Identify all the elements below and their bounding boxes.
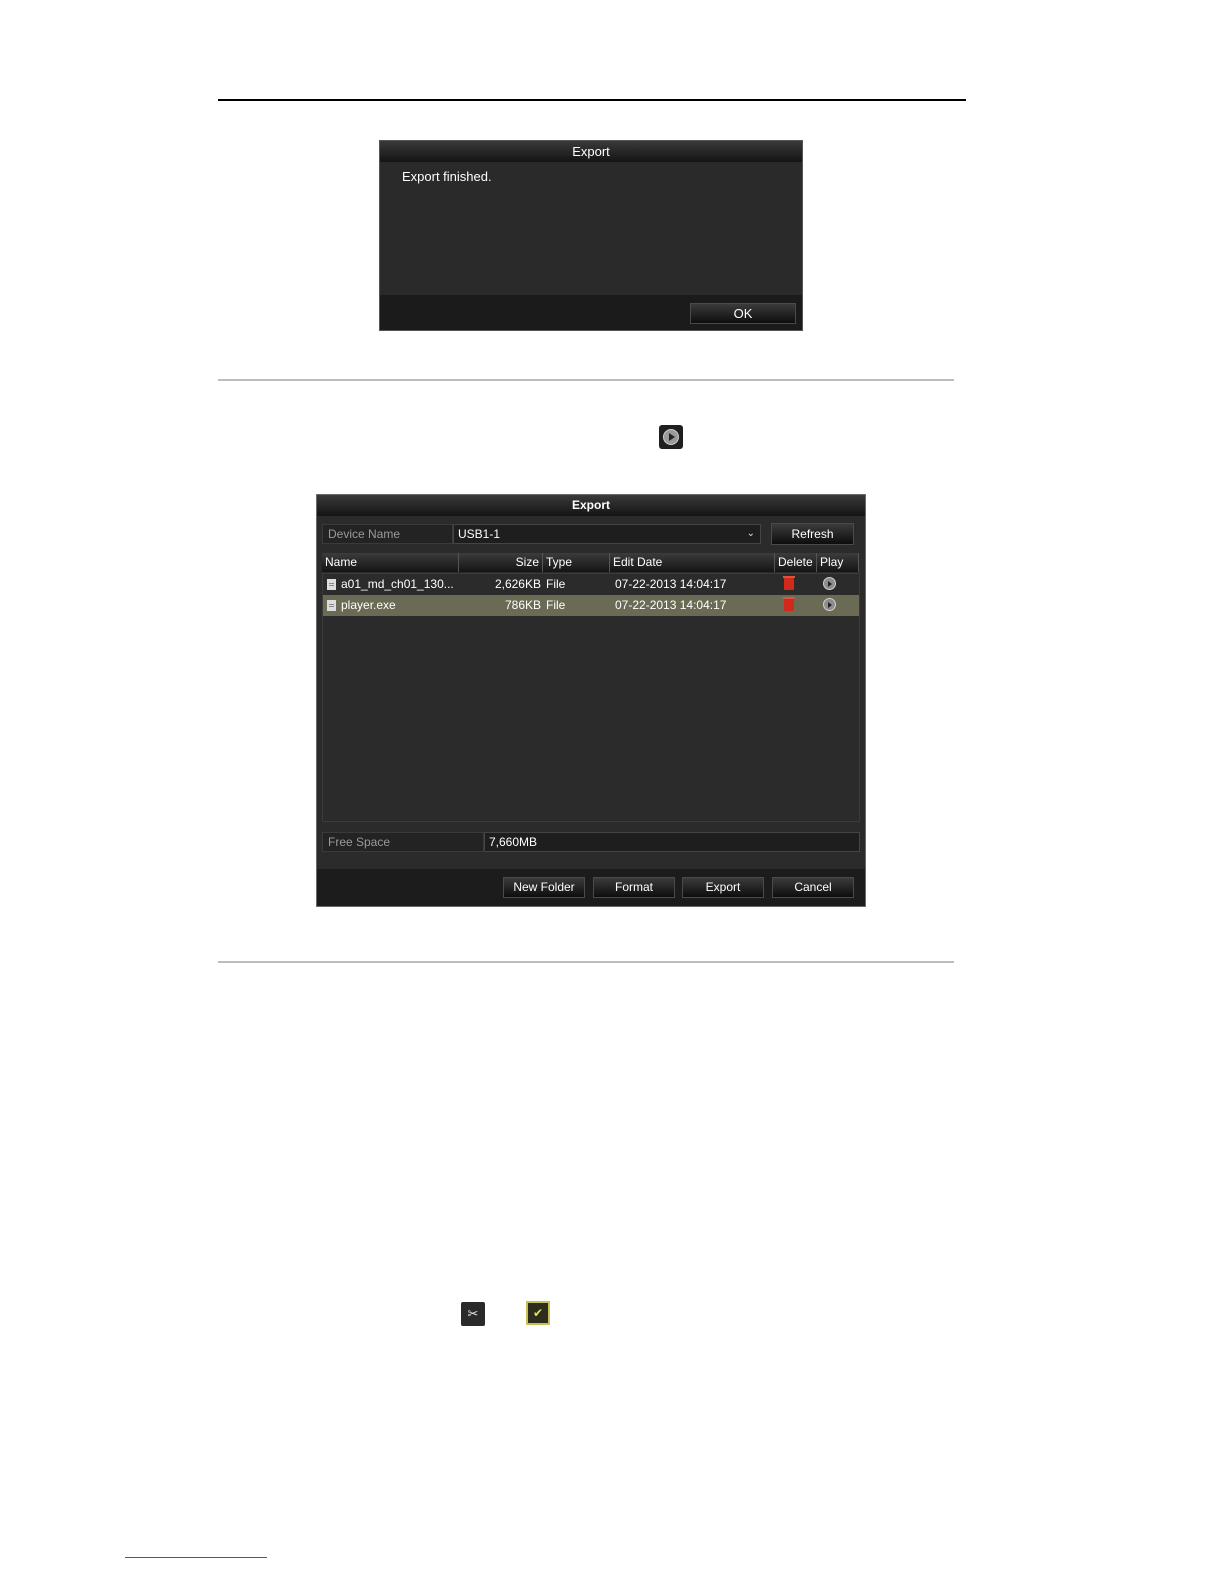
figure-divider	[218, 379, 954, 381]
format-button[interactable]: Format	[593, 877, 675, 898]
file-type: File	[546, 598, 566, 612]
new-folder-button[interactable]: New Folder	[503, 877, 585, 898]
cancel-button[interactable]: Cancel	[772, 877, 854, 898]
dialog-title: Export	[317, 495, 865, 516]
device-name-label: Device Name	[322, 524, 453, 544]
export-dialog: Export Device Name USB1-1 ⌄ Refresh Name…	[316, 494, 866, 907]
file-name: player.exe	[341, 598, 396, 612]
column-header-delete: Delete	[775, 553, 817, 572]
file-row[interactable]: a01_md_ch01_130... 2,626KB File 07-22-20…	[323, 574, 859, 595]
delete-icon[interactable]	[783, 597, 795, 611]
device-name-select[interactable]: USB1-1 ⌄	[453, 524, 761, 544]
file-list[interactable]: a01_md_ch01_130... 2,626KB File 07-22-20…	[322, 573, 860, 822]
free-space-value: 7,660MB	[484, 832, 860, 852]
play-icon-triangle	[669, 433, 675, 441]
scissors-check-icon: ✔	[526, 1301, 550, 1325]
column-header-size[interactable]: Size	[459, 553, 543, 572]
file-edit-date: 07-22-2013 14:04:17	[615, 598, 727, 612]
ok-button[interactable]: OK	[690, 303, 796, 324]
refresh-button[interactable]: Refresh	[771, 523, 854, 545]
play-icon[interactable]	[823, 577, 836, 590]
dialog-footer: OK	[380, 295, 802, 330]
dialog-title: Export	[380, 141, 802, 162]
figure-divider	[218, 961, 954, 963]
file-name: a01_md_ch01_130...	[341, 577, 454, 591]
footer-link-underline	[125, 1557, 267, 1558]
scissors-icon: ✂	[461, 1302, 485, 1326]
column-header-name[interactable]: Name	[322, 553, 459, 572]
chevron-down-icon: ⌄	[746, 528, 755, 539]
file-size: 786KB	[504, 598, 541, 612]
file-icon	[327, 600, 336, 611]
file-size: 2,626KB	[494, 577, 541, 591]
header-rule	[218, 99, 966, 101]
delete-icon[interactable]	[783, 576, 795, 590]
column-header-edit-date[interactable]: Edit Date	[610, 553, 775, 572]
export-finished-dialog: Export Export finished. OK	[379, 140, 803, 331]
export-button[interactable]: Export	[682, 877, 764, 898]
column-header-type[interactable]: Type	[543, 553, 610, 572]
dialog-footer: New Folder Format Export Cancel	[317, 869, 865, 906]
column-header-play: Play	[817, 553, 859, 572]
file-row-selected[interactable]: player.exe 786KB File 07-22-2013 14:04:1…	[323, 595, 859, 616]
file-type: File	[546, 577, 566, 591]
dialog-message: Export finished.	[402, 169, 492, 184]
play-icon	[659, 425, 683, 449]
file-edit-date: 07-22-2013 14:04:17	[615, 577, 727, 591]
free-space-label: Free Space	[322, 832, 484, 852]
play-icon[interactable]	[823, 598, 836, 611]
device-name-value: USB1-1	[458, 527, 501, 541]
file-icon	[327, 579, 336, 590]
